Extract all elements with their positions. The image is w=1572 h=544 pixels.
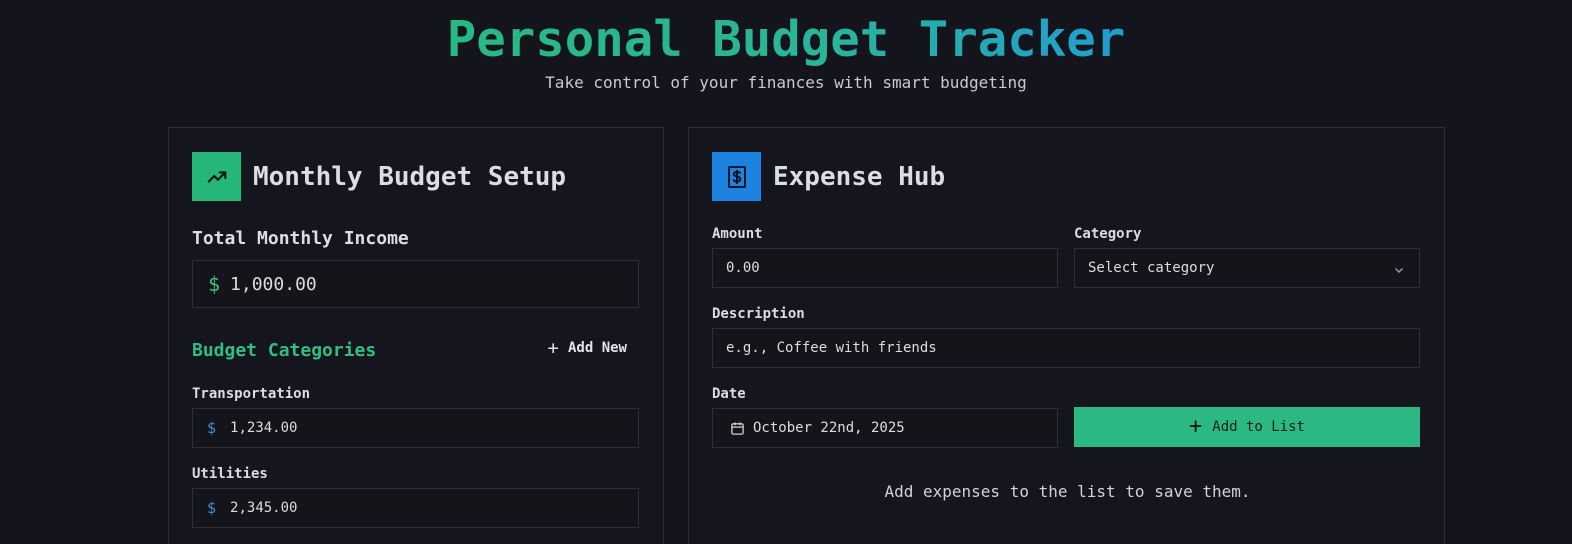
budget-categories-title: Budget Categories: [192, 340, 377, 361]
description-label: Description: [712, 306, 805, 322]
category-amount: 2,345.00: [230, 500, 298, 516]
page: Personal Budget Tracker Take control of …: [0, 0, 1572, 544]
expense-hub-card: Expense Hub Amount 0.00 Category Select …: [688, 127, 1445, 544]
add-to-list-label: Add to List: [1212, 419, 1305, 435]
amount-value: 0.00: [726, 260, 760, 276]
add-to-list-button[interactable]: + Add to List: [1074, 407, 1420, 447]
add-new-label: Add New: [567, 340, 627, 356]
amount-input[interactable]: 0.00: [712, 248, 1058, 288]
chevron-down-icon: [1393, 261, 1405, 280]
description-placeholder: e.g., Coffee with friends: [726, 340, 937, 356]
receipt-dollar-icon: [712, 152, 761, 201]
description-input[interactable]: e.g., Coffee with friends: [712, 328, 1420, 368]
page-subtitle: Take control of your finances with smart…: [545, 73, 1027, 92]
add-category-button[interactable]: + Add New: [547, 337, 627, 359]
category-label: Category: [1074, 226, 1142, 242]
category-name: Utilities: [192, 466, 268, 482]
dollar-icon: $: [207, 419, 217, 437]
category-select[interactable]: Select category: [1074, 248, 1420, 288]
empty-expenses-message: Add expenses to the list to save them.: [884, 482, 1251, 501]
category-amount: 1,234.00: [230, 420, 298, 436]
budget-setup-header: Monthly Budget Setup: [192, 152, 566, 201]
plus-icon: +: [1189, 414, 1203, 439]
category-amount-field[interactable]: $ 2,345.00: [192, 488, 639, 528]
budget-setup-title: Monthly Budget Setup: [253, 161, 567, 192]
category-select-value: Select category: [1088, 260, 1215, 276]
category-name: Transportation: [192, 386, 311, 402]
plus-icon: +: [547, 337, 559, 359]
income-field[interactable]: $ 1,000.00: [192, 260, 639, 308]
category-amount-field[interactable]: $ 1,234.00: [192, 408, 639, 448]
amount-label: Amount: [712, 226, 763, 242]
date-picker[interactable]: October 22nd, 2025: [712, 408, 1058, 448]
trending-up-icon: [192, 152, 241, 201]
page-title: Personal Budget Tracker: [446, 11, 1126, 68]
expense-hub-title: Expense Hub: [773, 161, 946, 192]
income-label: Total Monthly Income: [192, 228, 409, 249]
date-label: Date: [712, 386, 746, 402]
calendar-icon: [730, 421, 745, 436]
date-value: October 22nd, 2025: [753, 420, 905, 436]
dollar-icon: $: [208, 272, 221, 296]
budget-setup-card: Monthly Budget Setup Total Monthly Incom…: [168, 127, 664, 544]
expense-hub-header: Expense Hub: [712, 152, 945, 201]
dollar-icon: $: [207, 499, 217, 517]
income-value: 1,000.00: [230, 273, 317, 295]
